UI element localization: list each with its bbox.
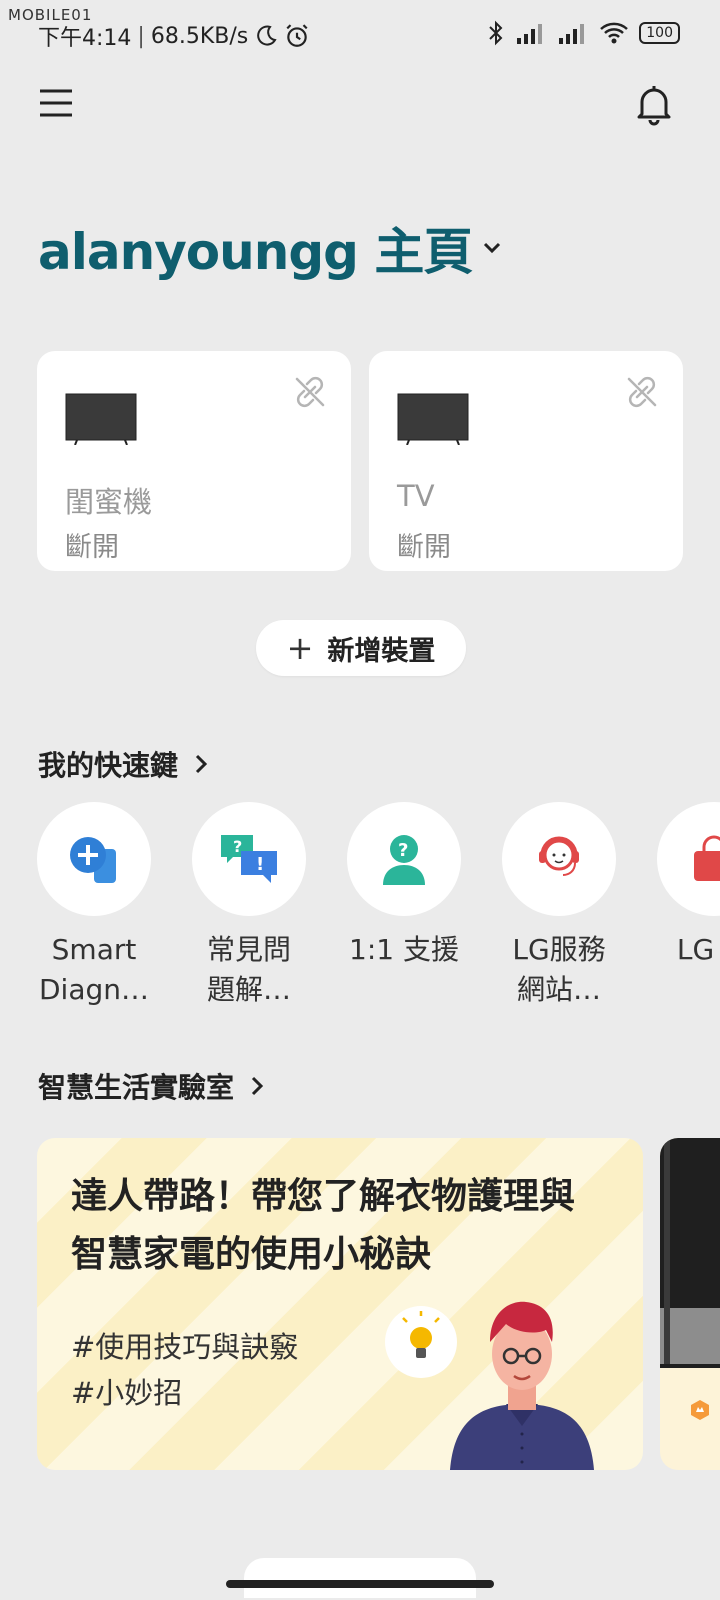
signal-icon	[517, 24, 543, 44]
lab-article-card[interactable]: 達人帶路！帶您了解衣物護理與智慧家電的使用小秘訣 #使用技巧與訣竅 #小妙招	[37, 1138, 643, 1470]
status-time: 下午4:14	[38, 26, 132, 51]
svg-text:!: !	[256, 854, 264, 875]
bottom-sheet-handle[interactable]	[244, 1558, 476, 1598]
home-selector[interactable]: alanyoungg 主頁	[38, 212, 502, 284]
shortcut-label: 1:1 支援	[349, 933, 459, 966]
shortcut-label: LG 商	[676, 933, 715, 966]
headset-agent-icon	[539, 836, 579, 876]
lab-card-tag: #使用技巧與訣竅	[71, 1330, 299, 1364]
device-card[interactable]: 閨蜜機 斷開	[37, 351, 351, 571]
bluetooth-icon	[489, 20, 503, 46]
status-right: 100	[487, 20, 680, 46]
shopping-bag-icon	[694, 835, 720, 881]
lab-article-card[interactable]	[660, 1138, 720, 1470]
svg-text:?: ?	[398, 840, 408, 861]
lab-card-tag: #小妙招	[71, 1376, 183, 1410]
status-separator: |	[137, 23, 145, 49]
shortcut-label: Smart Diagn…	[38, 933, 150, 1006]
device-name: TV	[397, 479, 435, 513]
shortcut-lg-service[interactable]: LG服務 網站…	[502, 802, 616, 1010]
faq-chat-icon: ?!	[221, 835, 277, 883]
hamburger-menu-icon[interactable]	[38, 88, 74, 118]
device-status: 斷開	[397, 532, 451, 563]
product-photo	[660, 1138, 720, 1420]
shortcuts-title: 我的快速鍵	[38, 749, 179, 782]
plus-icon: +	[286, 629, 314, 667]
shortcut-smart-diagnosis[interactable]: Smart Diagn…	[37, 802, 151, 1010]
moon-icon	[257, 25, 277, 46]
signal-icon	[559, 24, 585, 44]
tv-icon	[397, 393, 469, 445]
bell-icon[interactable]	[634, 82, 674, 126]
device-card[interactable]: TV 斷開	[369, 351, 683, 571]
chevron-right-icon	[195, 754, 208, 774]
shortcuts-section-header[interactable]: 我的快速鍵	[38, 744, 208, 784]
tv-icon	[65, 393, 137, 445]
home-indicator[interactable]	[226, 1580, 494, 1588]
status-speed: 68.5KB/s	[150, 23, 249, 49]
alarm-icon	[286, 24, 308, 47]
status-bar: MOBILE01 下午4:14 | 68.5KB/s 100	[0, 0, 720, 70]
unlink-icon	[627, 376, 657, 408]
add-device-label: 新增裝置	[327, 635, 436, 667]
shortcut-label: 常見問 題解…	[206, 933, 291, 1006]
smart-diagnosis-icon	[70, 837, 116, 883]
shortcut-support[interactable]: ? 1:1 支援	[347, 802, 461, 970]
lab-title: 智慧生活實驗室	[38, 1071, 235, 1104]
shortcut-lg-shop[interactable]: LG 商	[657, 802, 720, 970]
battery-icon: 100	[639, 22, 680, 44]
wifi-icon	[600, 22, 629, 44]
expert-illustration	[450, 1301, 594, 1470]
lab-card-headline: 達人帶路！帶您了解衣物護理與智慧家電的使用小秘訣	[71, 1176, 576, 1275]
shortcut-label: LG服務 網站…	[512, 933, 606, 1006]
support-person-icon: ?	[383, 835, 425, 885]
shortcut-faq[interactable]: ?! 常見問 題解…	[192, 802, 306, 1010]
home-title: alanyoungg 主頁	[38, 223, 473, 281]
chevron-right-icon	[251, 1076, 264, 1096]
device-status: 斷開	[65, 532, 119, 563]
chevron-down-icon	[484, 242, 501, 254]
add-device-button[interactable]: + 新增裝置	[256, 620, 466, 676]
lab-section-header[interactable]: 智慧生活實驗室	[38, 1066, 264, 1106]
device-name: 閨蜜機	[65, 485, 153, 519]
status-left: 下午4:14 | 68.5KB/s	[38, 20, 310, 52]
unlink-icon	[295, 376, 325, 408]
top-bar	[0, 70, 720, 140]
svg-text:?: ?	[233, 837, 242, 856]
